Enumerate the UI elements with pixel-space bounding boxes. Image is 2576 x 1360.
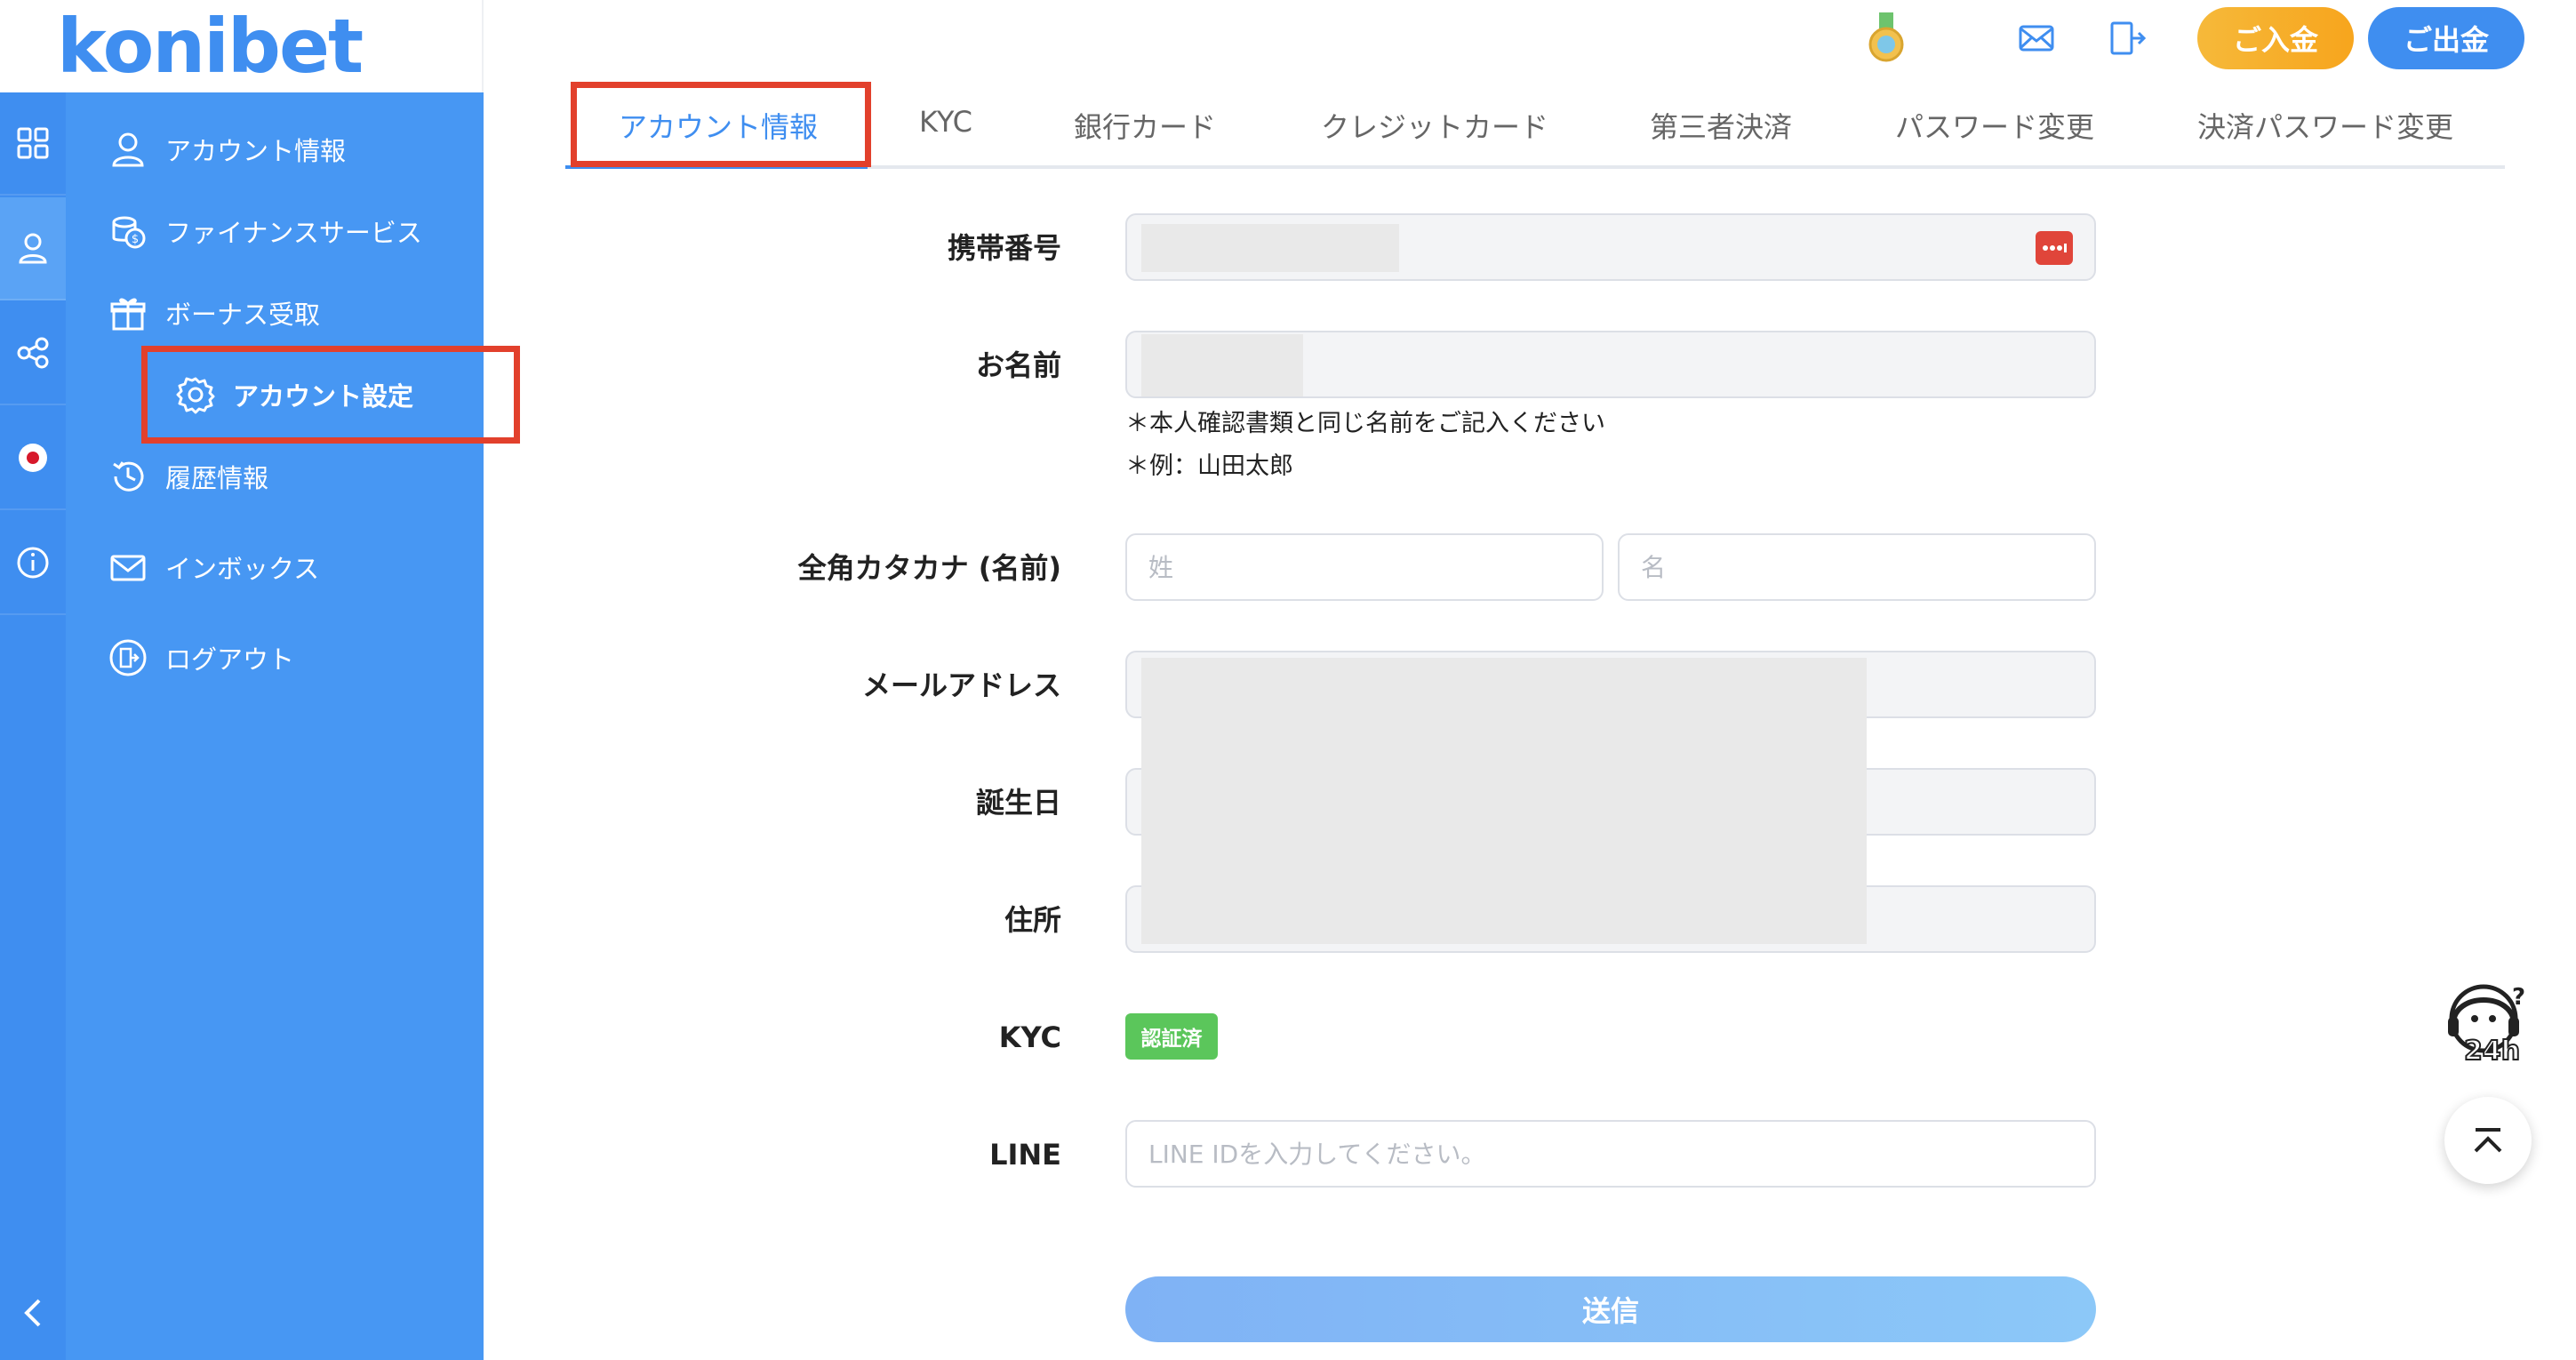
gear-icon xyxy=(174,373,217,416)
rail-item-dashboard[interactable] xyxy=(0,92,66,196)
submit-button[interactable]: 送信 xyxy=(1125,1276,2096,1342)
svg-text:?: ? xyxy=(2512,984,2525,1011)
rail-item-affiliate[interactable] xyxy=(0,302,66,405)
redacted-value xyxy=(1141,334,1303,396)
email-label: メールアドレス xyxy=(861,668,1061,702)
scroll-to-top-button[interactable] xyxy=(2444,1097,2532,1184)
sidebar-item-label: インボックス xyxy=(165,554,320,584)
sidebar-item-bonus[interactable]: ボーナス受取 xyxy=(107,277,480,348)
password-manager-icon[interactable] xyxy=(2036,231,2073,265)
side-rail xyxy=(0,92,66,1360)
medal-icon[interactable] xyxy=(1865,12,1908,66)
user-icon xyxy=(19,233,47,264)
kyc-status-badge: 認証済 xyxy=(1125,1013,1218,1060)
logo-text: konibet xyxy=(57,3,364,90)
name-field[interactable] xyxy=(1125,331,2096,398)
address-label: 住所 xyxy=(1004,903,1061,937)
japan-flag-icon xyxy=(19,444,47,472)
sidebar-item-label: アカウント設定 xyxy=(233,381,414,412)
deposit-button[interactable]: ご入金 xyxy=(2197,7,2354,69)
user-icon xyxy=(107,128,149,171)
kyc-label: KYC xyxy=(998,1020,1061,1054)
sidebar-item-account-info[interactable]: アカウント情報 xyxy=(107,114,480,185)
line-id-text[interactable] xyxy=(1127,1122,2094,1186)
kana-last-name-text[interactable] xyxy=(1127,535,1602,599)
collapse-sidebar-button[interactable] xyxy=(12,1292,53,1333)
sidebar-item-finance[interactable]: $ ファイナンスサービス xyxy=(107,196,480,267)
sidebar-item-inbox[interactable]: インボックス xyxy=(107,532,480,603)
tab-third-party-payment[interactable]: 第三者決済 xyxy=(1650,105,1792,146)
history-icon xyxy=(107,455,149,498)
logout-icon[interactable] xyxy=(2107,18,2148,59)
line-label: LINE xyxy=(989,1138,1061,1172)
chevron-left-icon xyxy=(24,1299,41,1327)
kana-last-name-input[interactable] xyxy=(1125,533,1604,601)
share-icon xyxy=(17,337,49,369)
kana-first-name-text[interactable] xyxy=(1620,535,2094,599)
withdraw-button[interactable]: ご出金 xyxy=(2368,7,2524,69)
logout-icon xyxy=(107,636,149,679)
name-example: ＊例：山田太郎 xyxy=(1125,452,1293,480)
name-label: お名前 xyxy=(975,348,1061,382)
tab-highlight-box xyxy=(571,82,871,167)
svg-text:$: $ xyxy=(132,233,139,246)
rail-item-language[interactable] xyxy=(0,407,66,510)
sidebar-item-label: 履歴情報 xyxy=(165,463,269,493)
mail-icon xyxy=(107,546,149,588)
sidebar-item-history[interactable]: 履歴情報 xyxy=(107,441,480,512)
sidebar-item-label: ボーナス受取 xyxy=(165,300,321,330)
rail-item-info[interactable] xyxy=(0,512,66,615)
birthday-label: 誕生日 xyxy=(975,786,1061,820)
tab-bank-card[interactable]: 銀行カード xyxy=(1074,105,1216,146)
grid-icon xyxy=(17,127,49,159)
tab-credit-card[interactable]: クレジットカード xyxy=(1321,105,1548,146)
phone-field[interactable] xyxy=(1125,213,2096,281)
kana-first-name-input[interactable] xyxy=(1618,533,2096,601)
divider xyxy=(482,0,484,92)
sidebar-item-label: ログアウト xyxy=(165,644,295,675)
kana-label: 全角カタカナ (名前) xyxy=(797,551,1061,585)
sidebar-item-logout[interactable]: ログアウト xyxy=(107,622,480,693)
rail-item-account[interactable] xyxy=(0,197,66,300)
line-id-input[interactable] xyxy=(1125,1120,2096,1188)
phone-label: 携帯番号 xyxy=(947,231,1061,265)
tab-password-change[interactable]: パスワード変更 xyxy=(1895,105,2094,146)
mail-icon[interactable] xyxy=(2016,18,2057,59)
tab-kyc[interactable]: KYC xyxy=(919,105,972,139)
gift-icon xyxy=(107,292,149,334)
sidebar-item-label: アカウント情報 xyxy=(165,136,347,166)
info-icon xyxy=(17,547,49,579)
sidebar-menu: アカウント情報 $ ファイナンスサービス ボーナス受取 アカウント設定 履歴情報… xyxy=(66,92,520,1360)
top-bar: konibet ご入金 ご出金 xyxy=(0,0,2576,92)
sidebar-item-label: ファイナンスサービス xyxy=(165,218,422,248)
support-24h-icon[interactable]: ? 24h xyxy=(2439,974,2535,1070)
chevron-up-icon xyxy=(2474,1128,2502,1153)
tab-payment-password-change[interactable]: 決済パスワード変更 xyxy=(2197,105,2453,146)
logo[interactable]: konibet xyxy=(57,3,412,90)
sidebar-item-account-settings[interactable]: アカウント設定 xyxy=(141,346,520,444)
name-note: ＊本人確認書類と同じ名前をご記入ください xyxy=(1125,410,1605,437)
redacted-value xyxy=(1141,224,1399,272)
redacted-block xyxy=(1141,658,1867,944)
svg-text:24h: 24h xyxy=(2464,1036,2520,1067)
coin-icon: $ xyxy=(107,210,149,252)
